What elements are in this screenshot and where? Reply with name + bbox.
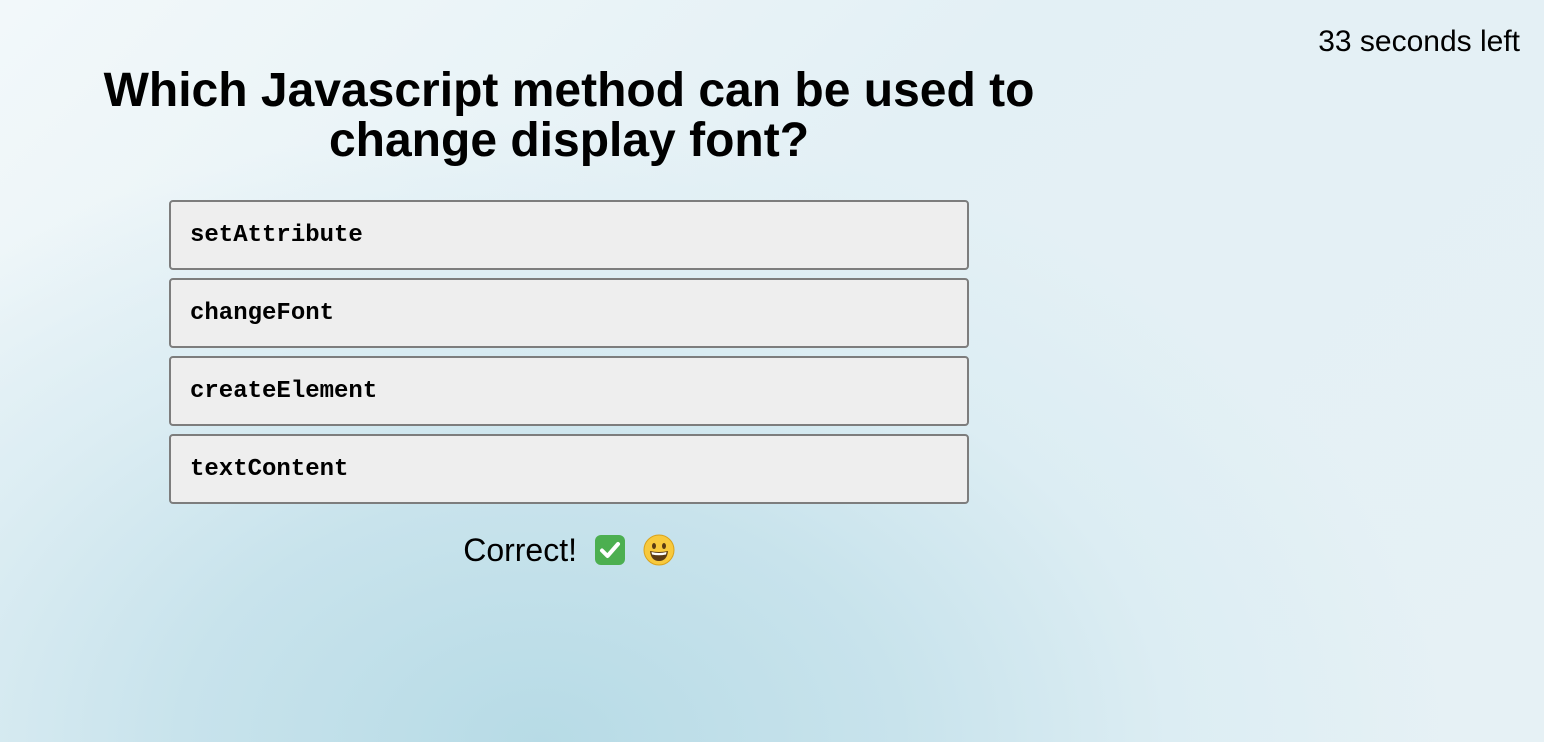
check-mark-icon (594, 534, 626, 575)
answer-feedback: Correct! (169, 530, 969, 575)
grinning-face-icon (643, 534, 675, 575)
feedback-text: Correct! (463, 532, 577, 568)
answer-button-changefont[interactable]: changeFont (169, 278, 969, 348)
answer-list: setAttribute changeFont createElement te… (169, 200, 969, 512)
answer-button-textcontent[interactable]: textContent (169, 434, 969, 504)
answer-button-createelement[interactable]: createElement (169, 356, 969, 426)
question-title: Which Javascript method can be used to c… (103, 64, 1035, 167)
countdown-timer: 33 seconds left (1318, 25, 1520, 58)
answer-button-setattribute[interactable]: setAttribute (169, 200, 969, 270)
